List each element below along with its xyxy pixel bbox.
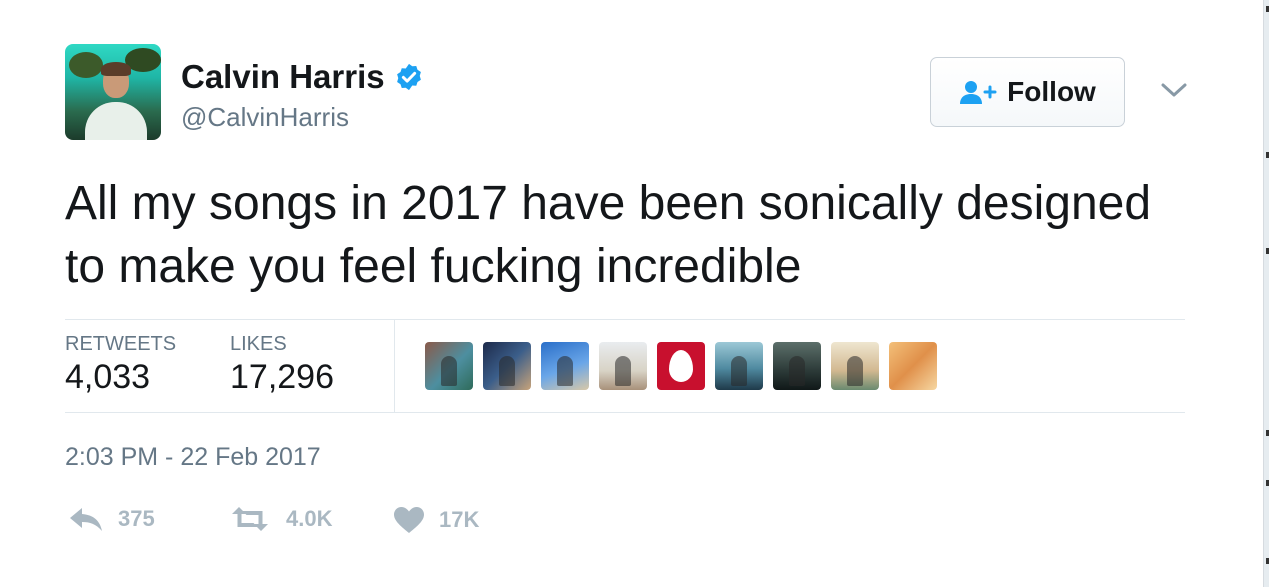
avatar[interactable]: [65, 44, 161, 140]
retweet-icon: [232, 507, 268, 531]
stats-bottom-divider: [65, 412, 1185, 413]
tweet-text: All my songs in 2017 have been sonically…: [65, 177, 1152, 293]
liker-avatar[interactable]: [831, 342, 879, 390]
chevron-down-icon[interactable]: [1160, 80, 1188, 100]
liker-avatars: [425, 342, 937, 390]
verified-badge-icon: [396, 63, 421, 91]
likes-label[interactable]: LIKES: [230, 333, 287, 356]
window-edge: [1263, 0, 1269, 587]
liker-avatar[interactable]: [599, 342, 647, 390]
add-user-icon: [960, 81, 997, 104]
liker-avatar[interactable]: [773, 342, 821, 390]
tweet-timestamp[interactable]: 2:03 PM - 22 Feb 2017: [65, 443, 321, 472]
reply-button[interactable]: 375: [68, 506, 155, 532]
retweets-count[interactable]: 4,033: [65, 358, 150, 397]
likes-count[interactable]: 17,296: [230, 358, 334, 397]
liker-avatar[interactable]: [483, 342, 531, 390]
follow-button[interactable]: Follow: [930, 57, 1125, 127]
user-name[interactable]: Calvin Harris: [181, 58, 385, 96]
stats-vertical-divider: [394, 320, 395, 412]
reply-count: 375: [118, 506, 155, 531]
liker-avatar[interactable]: [889, 342, 937, 390]
liker-avatar[interactable]: [541, 342, 589, 390]
follow-button-label: Follow: [1007, 76, 1096, 107]
like-button[interactable]: 17K: [393, 506, 479, 534]
liker-avatar-default-egg[interactable]: [657, 342, 705, 390]
retweet-count: 4.0K: [286, 506, 333, 531]
retweet-button[interactable]: 4.0K: [228, 506, 332, 532]
user-name-row[interactable]: Calvin Harris: [181, 58, 424, 96]
retweets-label[interactable]: RETWEETS: [65, 333, 176, 356]
heart-icon: [394, 507, 424, 533]
liker-avatar[interactable]: [425, 342, 473, 390]
user-handle[interactable]: @CalvinHarris: [181, 102, 349, 133]
stats-top-divider: [65, 319, 1185, 320]
like-count: 17K: [439, 507, 480, 532]
liker-avatar[interactable]: [715, 342, 763, 390]
reply-icon: [70, 508, 102, 531]
